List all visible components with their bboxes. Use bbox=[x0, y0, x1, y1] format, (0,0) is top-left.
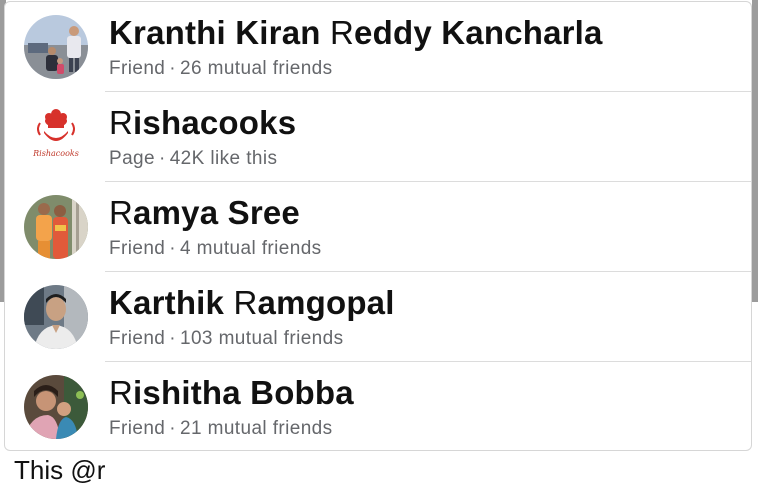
suggestion-name: Rishitha Bobba bbox=[109, 374, 354, 411]
background-right bbox=[752, 0, 758, 302]
suggestion-name: Ramya Sree bbox=[109, 194, 300, 231]
profile-photo-icon bbox=[24, 195, 88, 259]
avatar: Rishacooks bbox=[24, 105, 88, 169]
avatar bbox=[24, 195, 88, 259]
suggestion-ramya-sree[interactable]: Ramya Sree Friend · 4 mutual friends bbox=[5, 182, 751, 272]
mention-suggestions-popup: Kranthi Kiran Reddy Kancharla Friend · 26 … bbox=[4, 1, 752, 451]
suggestion-name: Kranthi Kiran Reddy Kancharla bbox=[109, 14, 603, 51]
suggestion-rishitha-bobba[interactable]: Rishitha Bobba Friend · 21 mutual friends bbox=[5, 362, 751, 450]
mention-screen: Kranthi Kiran Reddy Kancharla Friend · 26 … bbox=[0, 0, 758, 498]
suggestion-meta: Friend · 26 mutual friends bbox=[109, 58, 333, 79]
suggestion-rishacooks[interactable]: Rishacooks Rishacooks Page · 42K like this bbox=[5, 92, 751, 182]
rishacooks-logo-icon bbox=[24, 105, 88, 169]
avatar bbox=[24, 15, 88, 79]
suggestion-meta: Friend · 103 mutual friends bbox=[109, 328, 344, 349]
suggestion-meta: Friend · 21 mutual friends bbox=[109, 418, 333, 439]
suggestion-name: Rishacooks bbox=[109, 104, 297, 141]
profile-photo-icon bbox=[24, 285, 88, 349]
suggestion-meta: Page · 42K like this bbox=[109, 148, 278, 169]
avatar bbox=[24, 375, 88, 439]
composer-input[interactable]: This @r bbox=[14, 455, 105, 486]
avatar bbox=[24, 285, 88, 349]
suggestion-meta: Friend · 4 mutual friends bbox=[109, 238, 322, 259]
suggestion-karthik-ramgopal[interactable]: Karthik Ramgopal Friend · 103 mutual frien… bbox=[5, 272, 751, 362]
profile-photo-icon bbox=[24, 375, 88, 439]
suggestion-kranthi-kiran-reddy-kancharla[interactable]: Kranthi Kiran Reddy Kancharla Friend · 26 … bbox=[5, 2, 751, 92]
profile-photo-icon bbox=[24, 15, 88, 79]
rishacooks-logo-text: Rishacooks bbox=[33, 149, 79, 158]
suggestion-name: Karthik Ramgopal bbox=[109, 284, 395, 321]
